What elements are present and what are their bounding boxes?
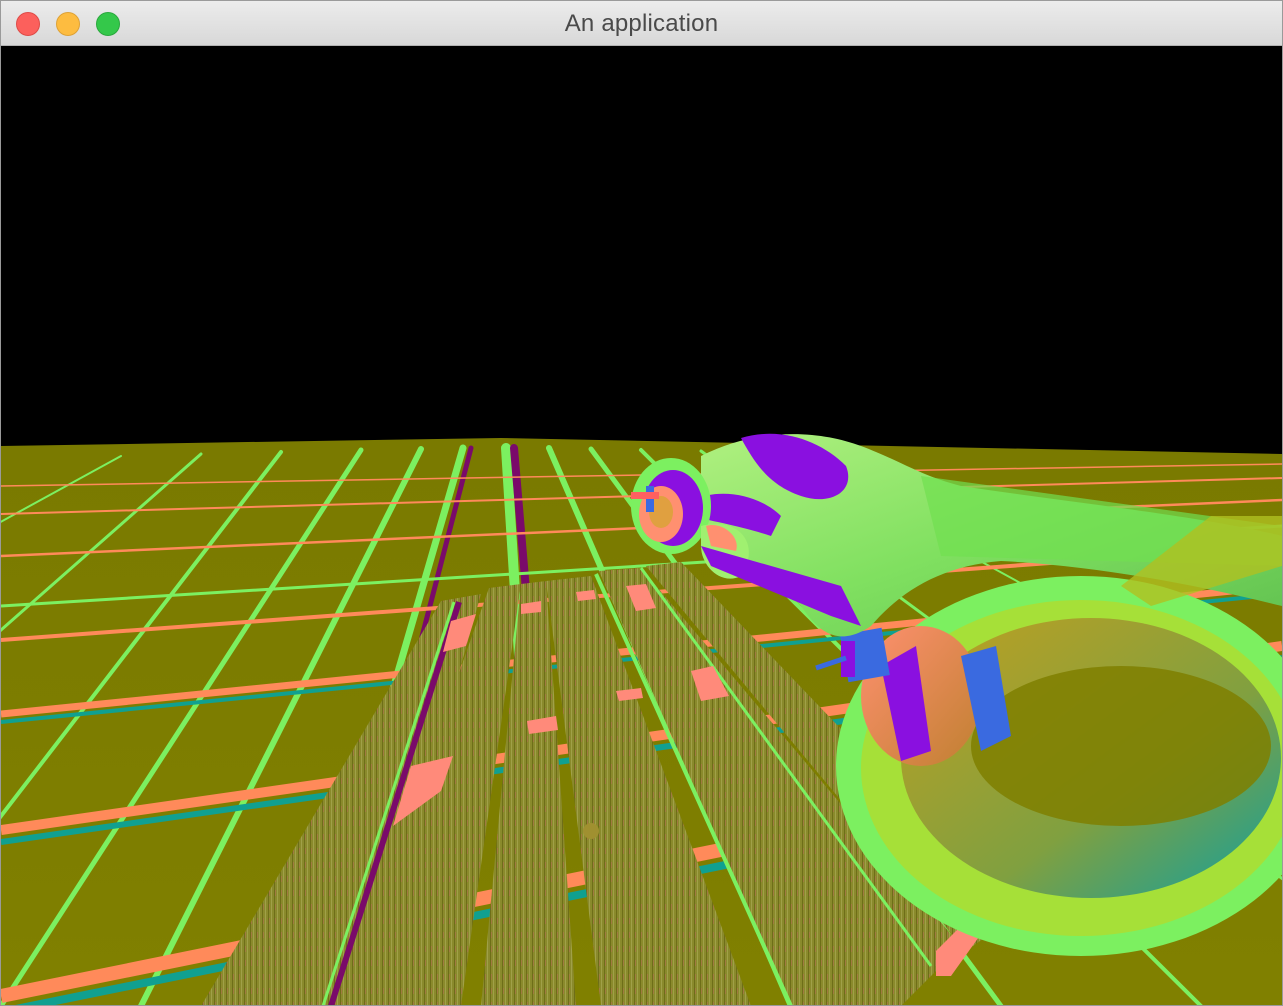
- window-title: An application: [564, 10, 719, 37]
- scene-canvas: [1, 46, 1282, 1005]
- app-window: An application: [0, 0, 1283, 1006]
- render-viewport[interactable]: [1, 46, 1282, 1005]
- title-bar[interactable]: An application: [1, 1, 1282, 46]
